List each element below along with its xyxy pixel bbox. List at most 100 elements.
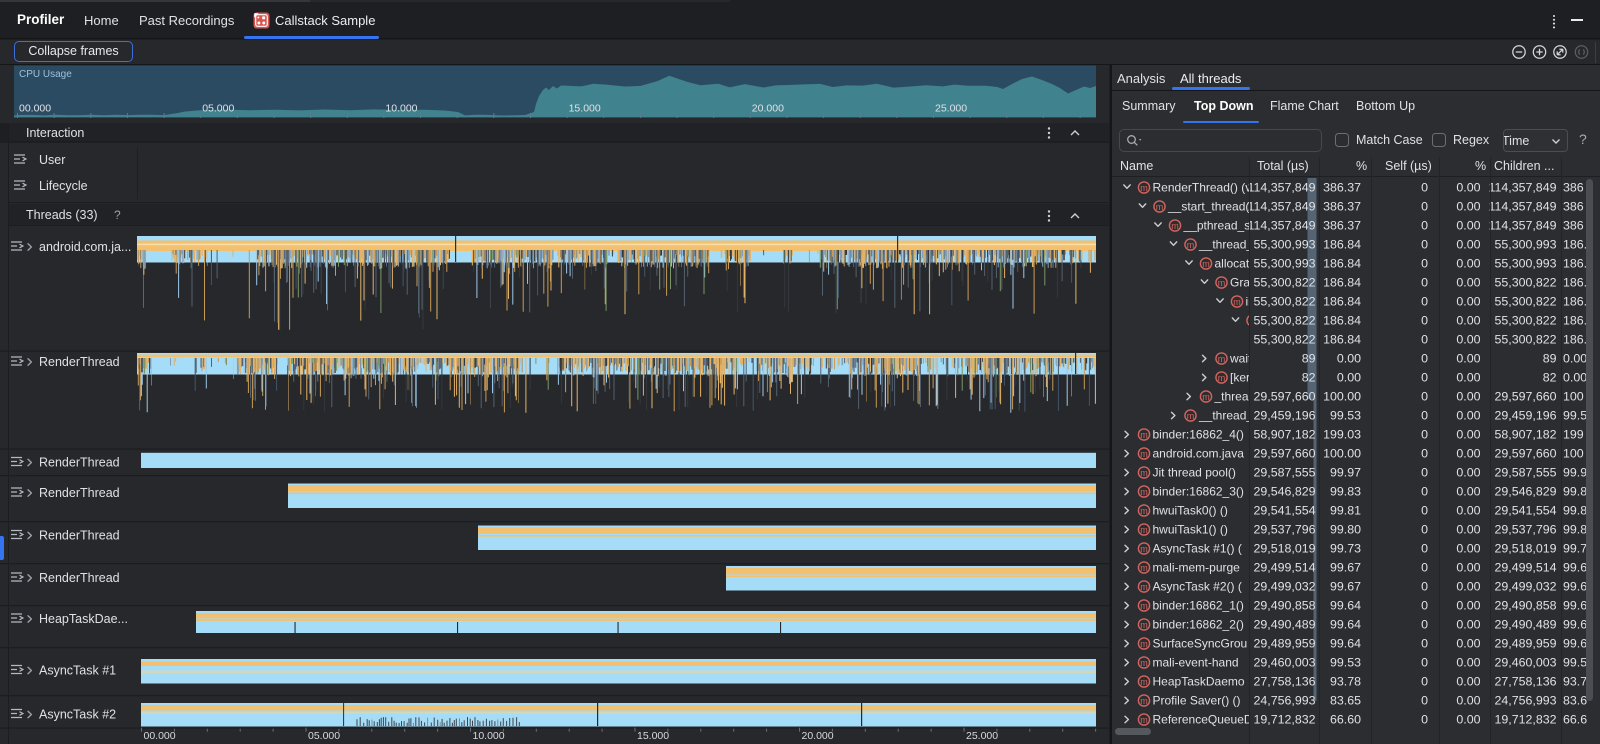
svg-text:AsyncTask #2() (: AsyncTask #2() ( [1153,580,1242,594]
svg-text:android.com.ja...: android.com.ja... [39,240,131,254]
svg-text:29,460,003: 29,460,003 [1253,656,1315,670]
svg-text:0.00: 0.00 [1456,447,1480,461]
svg-text:mali-event-hand: mali-event-hand [1153,656,1239,670]
svg-text:0.00: 0.00 [1456,656,1480,670]
svg-text:android.com.java: android.com.java [1153,447,1245,461]
svg-text:58,907,182: 58,907,182 [1253,428,1315,442]
svg-text:99.6: 99.6 [1563,580,1587,594]
svg-text:0: 0 [1421,257,1428,271]
svg-text:m: m [1140,449,1148,459]
svg-text:114,357,849: 114,357,849 [1489,219,1557,233]
svg-text:186.84: 186.84 [1323,295,1361,309]
svg-text:0: 0 [1421,504,1428,518]
svg-text:29,597,660: 29,597,660 [1494,447,1556,461]
svg-text:0.00: 0.00 [1456,713,1480,727]
svg-text:386.37: 386.37 [1323,181,1361,195]
svg-text:0.00: 0.00 [1456,542,1480,556]
svg-text:99.6: 99.6 [1563,618,1587,632]
svg-text:0: 0 [1421,713,1428,727]
svg-text:114,357,849: 114,357,849 [1248,181,1316,195]
svg-text:0.00: 0.00 [1456,200,1480,214]
svg-text:19,712,832: 19,712,832 [1253,713,1315,727]
svg-text:186.84: 186.84 [1323,314,1361,328]
svg-text:114,357,849: 114,357,849 [1248,200,1316,214]
svg-text:0.00: 0.00 [1456,485,1480,499]
svg-text:SurfaceSyncGrou: SurfaceSyncGrou [1153,637,1248,651]
svg-text:AsyncTask #2: AsyncTask #2 [39,708,116,722]
svg-text:m: m [1233,297,1241,307]
svg-text:m: m [1140,715,1148,725]
svg-text:29,546,829: 29,546,829 [1494,485,1556,499]
svg-text:RenderThread: RenderThread [39,529,120,543]
svg-text:25.000: 25.000 [966,730,998,742]
svg-text:m: m [1202,259,1210,269]
svg-text:0: 0 [1421,599,1428,613]
svg-text:99.6: 99.6 [1563,637,1587,651]
svg-text:0: 0 [1421,276,1428,290]
svg-text:99.7: 99.7 [1563,542,1587,556]
svg-text:0: 0 [1421,314,1428,328]
svg-text:0.00: 0.00 [1456,523,1480,537]
svg-text:0: 0 [1421,618,1428,632]
svg-text:00.000: 00.000 [144,730,176,742]
svg-text:186.: 186. [1563,333,1587,347]
svg-text:0: 0 [1421,200,1428,214]
svg-text:0.00: 0.00 [1456,637,1480,651]
svg-text:99.97: 99.97 [1330,466,1361,480]
svg-text:0: 0 [1421,485,1428,499]
svg-text:186.: 186. [1563,276,1587,290]
svg-text:0: 0 [1421,181,1428,195]
svg-text:55,300,993: 55,300,993 [1494,238,1556,252]
svg-text:186.84: 186.84 [1323,257,1361,271]
svg-text:93.78: 93.78 [1330,675,1361,689]
svg-text:m: m [1140,183,1148,193]
svg-text:0.00: 0.00 [1456,333,1480,347]
svg-text:99.6: 99.6 [1563,599,1587,613]
svg-text:m: m [1156,202,1164,212]
svg-text:ReferenceQueueD: ReferenceQueueD [1153,713,1253,727]
svg-text:0: 0 [1421,371,1428,385]
svg-text:66.60: 66.60 [1330,713,1361,727]
svg-text:0: 0 [1421,542,1428,556]
svg-text:99.67: 99.67 [1330,561,1361,575]
svg-text:99.6: 99.6 [1563,561,1587,575]
svg-text:RenderThread: RenderThread [39,486,120,500]
svg-text:29,499,514: 29,499,514 [1494,561,1556,575]
svg-text:m: m [1140,525,1148,535]
svg-text:99.73: 99.73 [1330,542,1361,556]
svg-text:binder:16862_2(): binder:16862_2() [1153,618,1244,632]
svg-text:99.64: 99.64 [1330,599,1361,613]
svg-text:0.00: 0.00 [1456,599,1480,613]
svg-text:0: 0 [1421,580,1428,594]
svg-text:29,499,032: 29,499,032 [1494,580,1556,594]
svg-text:0.00: 0.00 [1563,352,1587,366]
svg-text:0.00: 0.00 [1456,428,1480,442]
svg-text:386: 386 [1563,200,1584,214]
svg-text:29,459,196: 29,459,196 [1253,409,1315,423]
svg-text:RenderThread() (v: RenderThread() (v [1153,181,1252,195]
svg-text:Profile Saver() (): Profile Saver() () [1153,694,1241,708]
svg-text:0.00: 0.00 [1456,352,1480,366]
svg-text:binder:16862_4(): binder:16862_4() [1153,428,1244,442]
svg-text:29,546,829: 29,546,829 [1253,485,1315,499]
svg-text:0.00: 0.00 [1456,219,1480,233]
svg-text:114,357,849: 114,357,849 [1489,200,1557,214]
svg-text:hwuiTask1() (): hwuiTask1() () [1153,523,1228,537]
svg-text:66.6: 66.6 [1563,713,1587,727]
svg-text:27,758,136: 27,758,136 [1253,675,1315,689]
svg-text:AsyncTask #1: AsyncTask #1 [39,664,116,678]
svg-text:0.00: 0.00 [1456,409,1480,423]
svg-text:386.37: 386.37 [1323,200,1361,214]
svg-text:99.8: 99.8 [1563,523,1587,537]
svg-text:186.84: 186.84 [1323,333,1361,347]
svg-text:29,499,032: 29,499,032 [1253,580,1315,594]
svg-text:0: 0 [1421,675,1428,689]
svg-text:29,518,019: 29,518,019 [1494,542,1556,556]
svg-text:55,300,822: 55,300,822 [1494,314,1556,328]
svg-text:Jit thread pool(): Jit thread pool() [1153,466,1236,480]
svg-text:186.84: 186.84 [1323,276,1361,290]
svg-text:29,518,019: 29,518,019 [1253,542,1315,556]
svg-text:186.84: 186.84 [1323,238,1361,252]
svg-text:0.00: 0.00 [1456,371,1480,385]
svg-text:199.03: 199.03 [1323,428,1361,442]
